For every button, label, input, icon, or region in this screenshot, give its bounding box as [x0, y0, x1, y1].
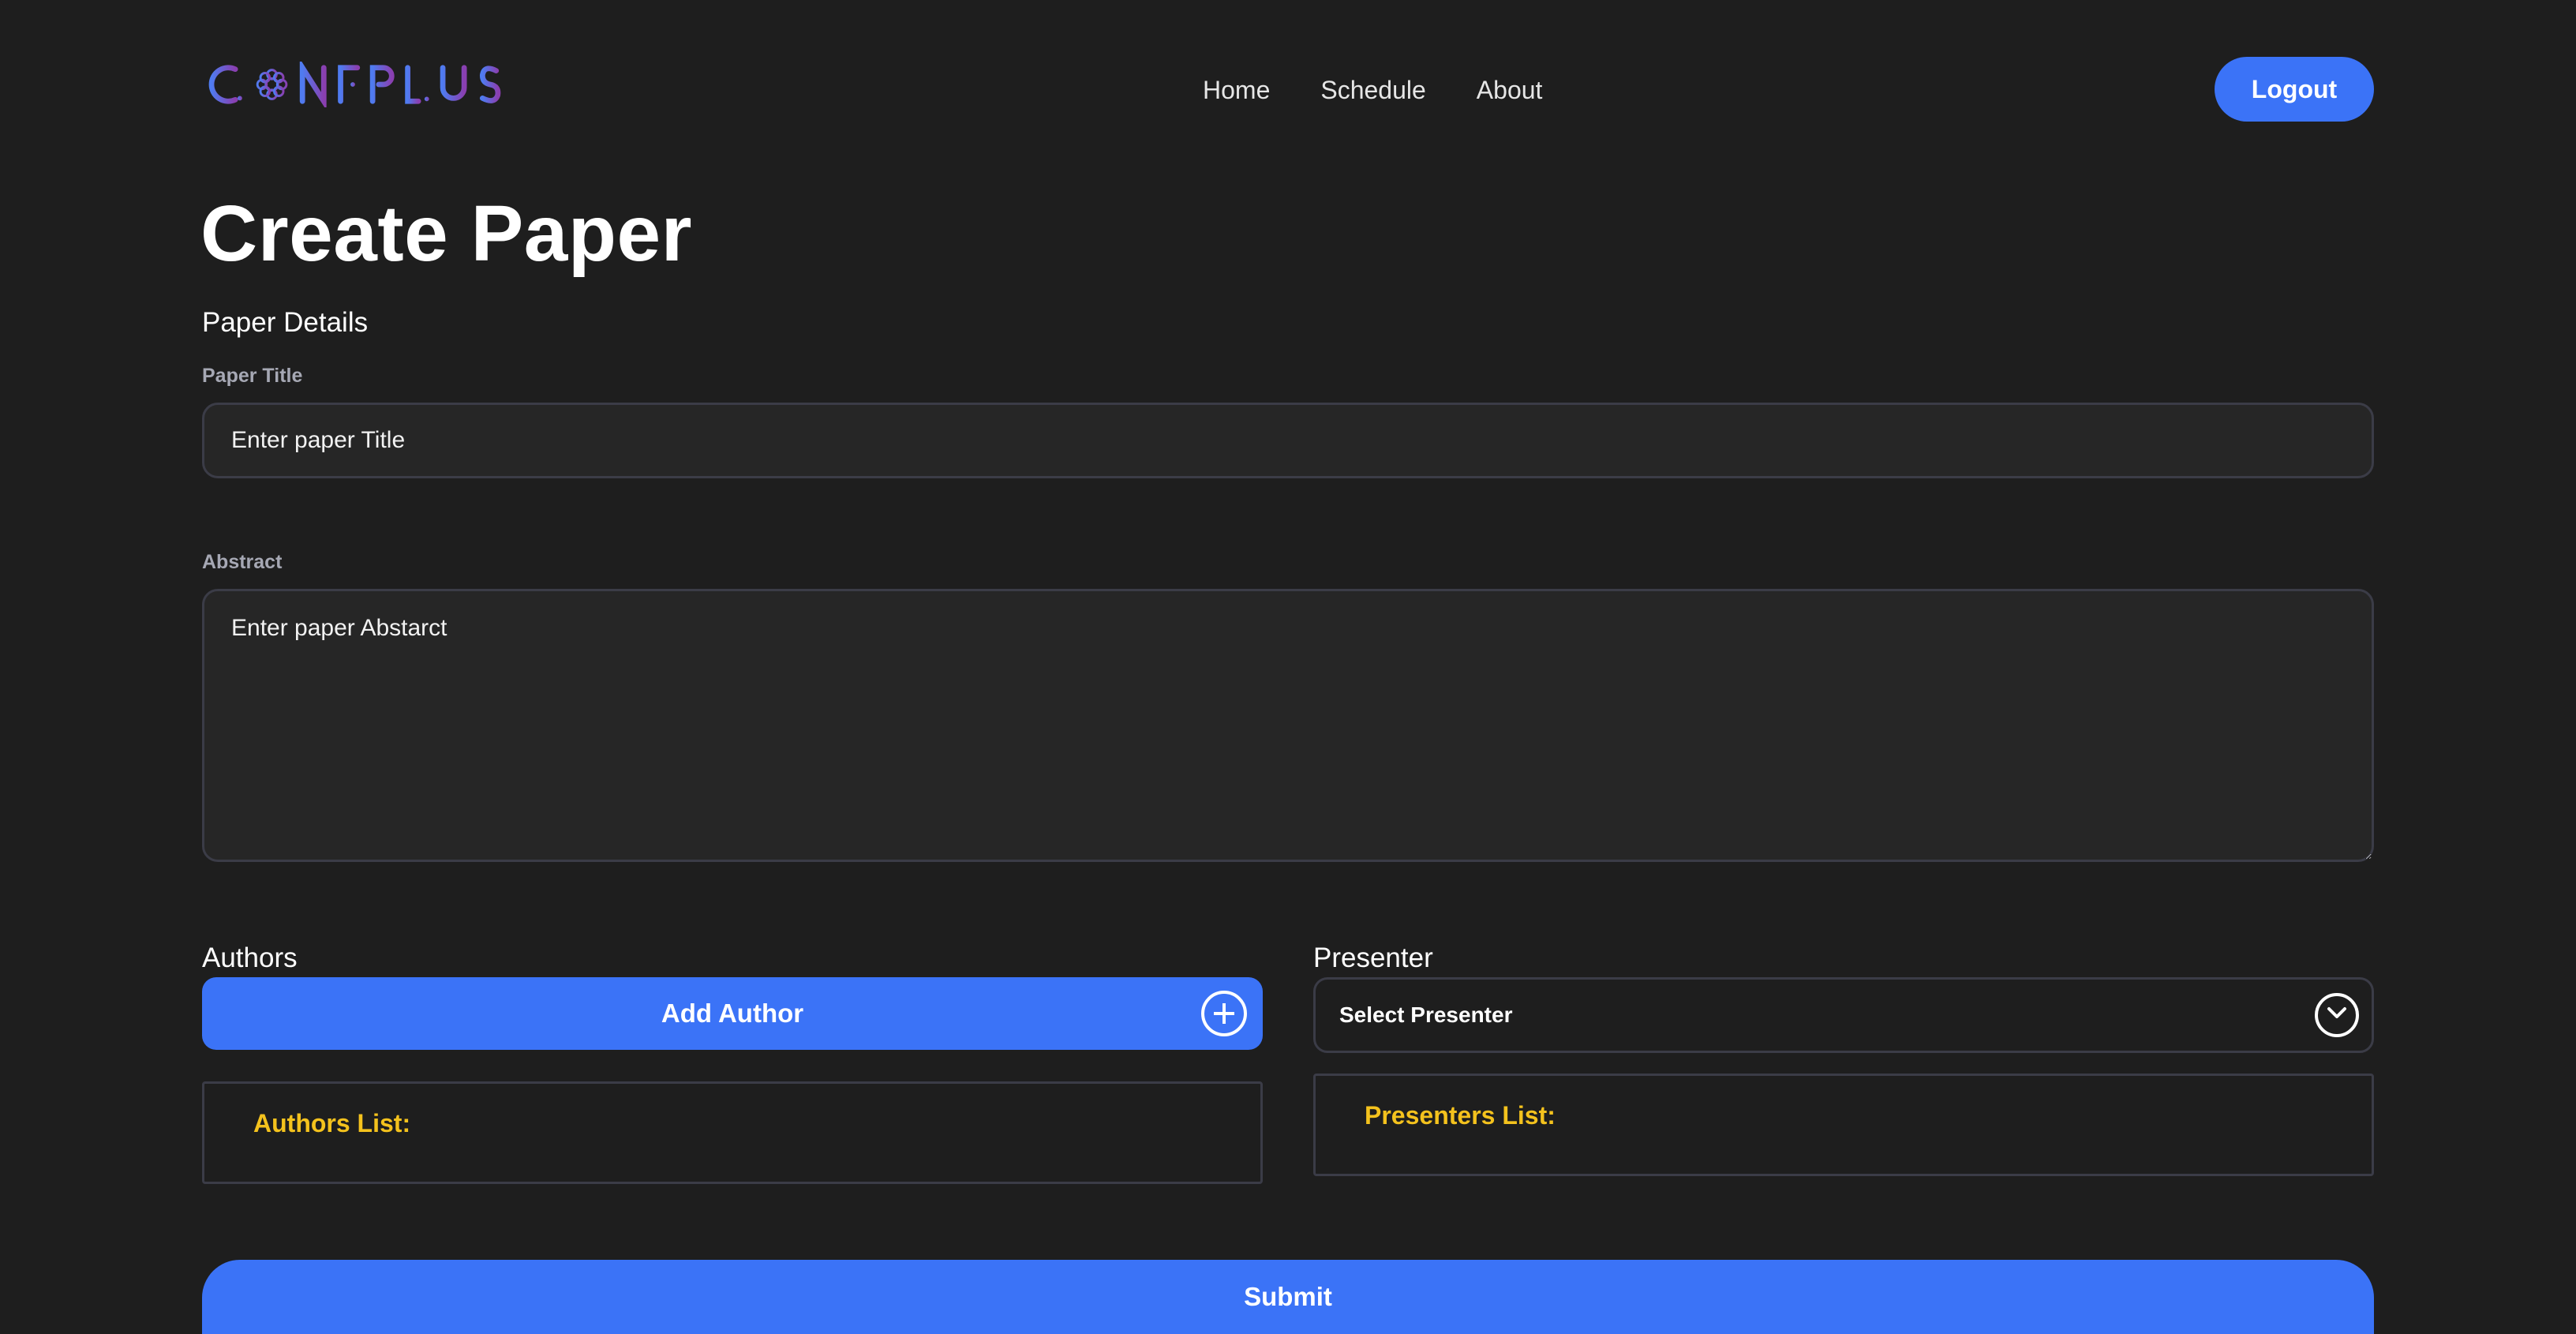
presenter-select[interactable]: Select Presenter [1313, 977, 2374, 1053]
plus-circle-icon [1201, 991, 1247, 1036]
section-title: Paper Details [202, 307, 369, 338]
create-paper-page: Home Schedule About Logout Create Paper … [0, 0, 2576, 1334]
authors-list: Authors List: [202, 1081, 1263, 1184]
presenter-label: Presenter [1313, 942, 1433, 973]
logout-button[interactable]: Logout [2215, 57, 2374, 122]
presenter-select-value: Select Presenter [1339, 1002, 1513, 1027]
presenters-list-heading: Presenters List: [1365, 1101, 1556, 1130]
abstract-label: Abstract [202, 551, 283, 573]
presenters-list: Presenters List: [1313, 1074, 2374, 1176]
paper-title-input[interactable] [202, 403, 2374, 478]
nav-schedule-link[interactable]: Schedule [1320, 69, 1425, 111]
authors-label: Authors [202, 942, 298, 973]
flower-icon [256, 69, 288, 100]
nav-home-link[interactable]: Home [1203, 69, 1270, 111]
add-author-button[interactable]: Add Author [202, 977, 1263, 1050]
nav-about-link[interactable]: About [1477, 69, 1543, 111]
main-nav: Home Schedule About [1203, 69, 1542, 111]
submit-button[interactable]: Submit [202, 1260, 2374, 1334]
abstract-textarea[interactable] [202, 589, 2374, 862]
chevron-down-circle-icon [2315, 993, 2359, 1037]
paper-title-label: Paper Title [202, 365, 303, 387]
confplus-logo[interactable] [202, 62, 549, 107]
add-author-label: Add Author [661, 999, 804, 1028]
authors-list-heading: Authors List: [253, 1109, 411, 1137]
page-title: Create Paper [200, 189, 692, 278]
